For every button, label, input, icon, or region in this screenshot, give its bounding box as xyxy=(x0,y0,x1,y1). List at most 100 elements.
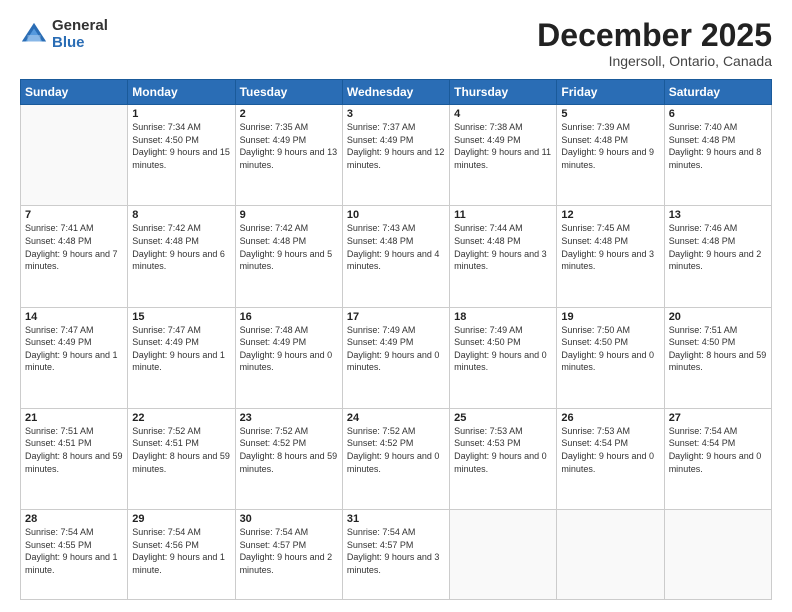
calendar-cell: 23Sunrise: 7:52 AMSunset: 4:52 PMDayligh… xyxy=(235,408,342,509)
day-number: 12 xyxy=(561,209,659,221)
calendar-cell: 18Sunrise: 7:49 AMSunset: 4:50 PMDayligh… xyxy=(450,307,557,408)
calendar-cell: 27Sunrise: 7:54 AMSunset: 4:54 PMDayligh… xyxy=(664,408,771,509)
day-number: 7 xyxy=(25,209,123,221)
day-number: 9 xyxy=(240,209,338,221)
day-info: Sunrise: 7:38 AMSunset: 4:49 PMDaylight:… xyxy=(454,121,552,171)
calendar-cell xyxy=(664,510,771,600)
calendar-cell: 17Sunrise: 7:49 AMSunset: 4:49 PMDayligh… xyxy=(342,307,449,408)
weekday-header-tuesday: Tuesday xyxy=(235,80,342,105)
calendar-cell: 5Sunrise: 7:39 AMSunset: 4:48 PMDaylight… xyxy=(557,105,664,206)
calendar-cell xyxy=(557,510,664,600)
day-info: Sunrise: 7:51 AMSunset: 4:51 PMDaylight:… xyxy=(25,425,123,475)
day-number: 15 xyxy=(132,311,230,323)
day-info: Sunrise: 7:39 AMSunset: 4:48 PMDaylight:… xyxy=(561,121,659,171)
title-block: December 2025 Ingersoll, Ontario, Canada xyxy=(537,18,772,69)
day-info: Sunrise: 7:48 AMSunset: 4:49 PMDaylight:… xyxy=(240,324,338,374)
calendar-week-row: 14Sunrise: 7:47 AMSunset: 4:49 PMDayligh… xyxy=(21,307,772,408)
calendar-cell: 14Sunrise: 7:47 AMSunset: 4:49 PMDayligh… xyxy=(21,307,128,408)
calendar-cell: 1Sunrise: 7:34 AMSunset: 4:50 PMDaylight… xyxy=(128,105,235,206)
logo-blue-text: Blue xyxy=(52,35,108,52)
day-info: Sunrise: 7:43 AMSunset: 4:48 PMDaylight:… xyxy=(347,222,445,272)
page-title: December 2025 xyxy=(537,18,772,53)
day-number: 19 xyxy=(561,311,659,323)
day-info: Sunrise: 7:41 AMSunset: 4:48 PMDaylight:… xyxy=(25,222,123,272)
day-info: Sunrise: 7:46 AMSunset: 4:48 PMDaylight:… xyxy=(669,222,767,272)
calendar-cell: 21Sunrise: 7:51 AMSunset: 4:51 PMDayligh… xyxy=(21,408,128,509)
calendar-cell: 31Sunrise: 7:54 AMSunset: 4:57 PMDayligh… xyxy=(342,510,449,600)
page: General Blue December 2025 Ingersoll, On… xyxy=(0,0,792,612)
day-number: 4 xyxy=(454,108,552,120)
day-info: Sunrise: 7:47 AMSunset: 4:49 PMDaylight:… xyxy=(25,324,123,374)
day-number: 28 xyxy=(25,513,123,525)
logo: General Blue xyxy=(20,18,108,51)
day-info: Sunrise: 7:45 AMSunset: 4:48 PMDaylight:… xyxy=(561,222,659,272)
calendar-table: SundayMondayTuesdayWednesdayThursdayFrid… xyxy=(20,79,772,600)
calendar-cell: 10Sunrise: 7:43 AMSunset: 4:48 PMDayligh… xyxy=(342,206,449,307)
day-info: Sunrise: 7:42 AMSunset: 4:48 PMDaylight:… xyxy=(132,222,230,272)
calendar-cell: 9Sunrise: 7:42 AMSunset: 4:48 PMDaylight… xyxy=(235,206,342,307)
day-number: 27 xyxy=(669,412,767,424)
day-number: 25 xyxy=(454,412,552,424)
calendar-cell: 16Sunrise: 7:48 AMSunset: 4:49 PMDayligh… xyxy=(235,307,342,408)
weekday-header-row: SundayMondayTuesdayWednesdayThursdayFrid… xyxy=(21,80,772,105)
day-info: Sunrise: 7:52 AMSunset: 4:52 PMDaylight:… xyxy=(347,425,445,475)
weekday-header-thursday: Thursday xyxy=(450,80,557,105)
day-number: 10 xyxy=(347,209,445,221)
calendar-cell: 22Sunrise: 7:52 AMSunset: 4:51 PMDayligh… xyxy=(128,408,235,509)
day-number: 14 xyxy=(25,311,123,323)
calendar-cell: 26Sunrise: 7:53 AMSunset: 4:54 PMDayligh… xyxy=(557,408,664,509)
day-number: 17 xyxy=(347,311,445,323)
day-number: 3 xyxy=(347,108,445,120)
calendar-week-row: 21Sunrise: 7:51 AMSunset: 4:51 PMDayligh… xyxy=(21,408,772,509)
day-number: 1 xyxy=(132,108,230,120)
calendar-cell: 30Sunrise: 7:54 AMSunset: 4:57 PMDayligh… xyxy=(235,510,342,600)
calendar-cell: 8Sunrise: 7:42 AMSunset: 4:48 PMDaylight… xyxy=(128,206,235,307)
day-number: 5 xyxy=(561,108,659,120)
calendar-cell: 29Sunrise: 7:54 AMSunset: 4:56 PMDayligh… xyxy=(128,510,235,600)
logo-text: General Blue xyxy=(52,18,108,51)
calendar-week-row: 1Sunrise: 7:34 AMSunset: 4:50 PMDaylight… xyxy=(21,105,772,206)
weekday-header-saturday: Saturday xyxy=(664,80,771,105)
day-info: Sunrise: 7:53 AMSunset: 4:54 PMDaylight:… xyxy=(561,425,659,475)
calendar-cell: 19Sunrise: 7:50 AMSunset: 4:50 PMDayligh… xyxy=(557,307,664,408)
calendar-cell: 12Sunrise: 7:45 AMSunset: 4:48 PMDayligh… xyxy=(557,206,664,307)
day-info: Sunrise: 7:54 AMSunset: 4:56 PMDaylight:… xyxy=(132,526,230,576)
day-info: Sunrise: 7:54 AMSunset: 4:54 PMDaylight:… xyxy=(669,425,767,475)
day-number: 6 xyxy=(669,108,767,120)
day-info: Sunrise: 7:35 AMSunset: 4:49 PMDaylight:… xyxy=(240,121,338,171)
calendar-cell: 15Sunrise: 7:47 AMSunset: 4:49 PMDayligh… xyxy=(128,307,235,408)
day-info: Sunrise: 7:49 AMSunset: 4:49 PMDaylight:… xyxy=(347,324,445,374)
calendar-cell: 20Sunrise: 7:51 AMSunset: 4:50 PMDayligh… xyxy=(664,307,771,408)
calendar-cell: 6Sunrise: 7:40 AMSunset: 4:48 PMDaylight… xyxy=(664,105,771,206)
day-number: 24 xyxy=(347,412,445,424)
day-number: 18 xyxy=(454,311,552,323)
calendar-cell: 13Sunrise: 7:46 AMSunset: 4:48 PMDayligh… xyxy=(664,206,771,307)
day-number: 26 xyxy=(561,412,659,424)
day-number: 20 xyxy=(669,311,767,323)
calendar-week-row: 28Sunrise: 7:54 AMSunset: 4:55 PMDayligh… xyxy=(21,510,772,600)
day-info: Sunrise: 7:54 AMSunset: 4:57 PMDaylight:… xyxy=(347,526,445,576)
calendar-cell: 4Sunrise: 7:38 AMSunset: 4:49 PMDaylight… xyxy=(450,105,557,206)
calendar-week-row: 7Sunrise: 7:41 AMSunset: 4:48 PMDaylight… xyxy=(21,206,772,307)
day-info: Sunrise: 7:44 AMSunset: 4:48 PMDaylight:… xyxy=(454,222,552,272)
day-number: 23 xyxy=(240,412,338,424)
day-info: Sunrise: 7:51 AMSunset: 4:50 PMDaylight:… xyxy=(669,324,767,374)
weekday-header-wednesday: Wednesday xyxy=(342,80,449,105)
day-info: Sunrise: 7:37 AMSunset: 4:49 PMDaylight:… xyxy=(347,121,445,171)
day-number: 31 xyxy=(347,513,445,525)
day-info: Sunrise: 7:47 AMSunset: 4:49 PMDaylight:… xyxy=(132,324,230,374)
weekday-header-sunday: Sunday xyxy=(21,80,128,105)
day-info: Sunrise: 7:34 AMSunset: 4:50 PMDaylight:… xyxy=(132,121,230,171)
day-number: 30 xyxy=(240,513,338,525)
day-info: Sunrise: 7:54 AMSunset: 4:55 PMDaylight:… xyxy=(25,526,123,576)
weekday-header-monday: Monday xyxy=(128,80,235,105)
day-info: Sunrise: 7:54 AMSunset: 4:57 PMDaylight:… xyxy=(240,526,338,576)
day-info: Sunrise: 7:53 AMSunset: 4:53 PMDaylight:… xyxy=(454,425,552,475)
day-info: Sunrise: 7:52 AMSunset: 4:52 PMDaylight:… xyxy=(240,425,338,475)
day-info: Sunrise: 7:52 AMSunset: 4:51 PMDaylight:… xyxy=(132,425,230,475)
calendar-cell: 24Sunrise: 7:52 AMSunset: 4:52 PMDayligh… xyxy=(342,408,449,509)
logo-icon xyxy=(20,21,48,49)
day-number: 13 xyxy=(669,209,767,221)
calendar-cell: 3Sunrise: 7:37 AMSunset: 4:49 PMDaylight… xyxy=(342,105,449,206)
day-number: 16 xyxy=(240,311,338,323)
